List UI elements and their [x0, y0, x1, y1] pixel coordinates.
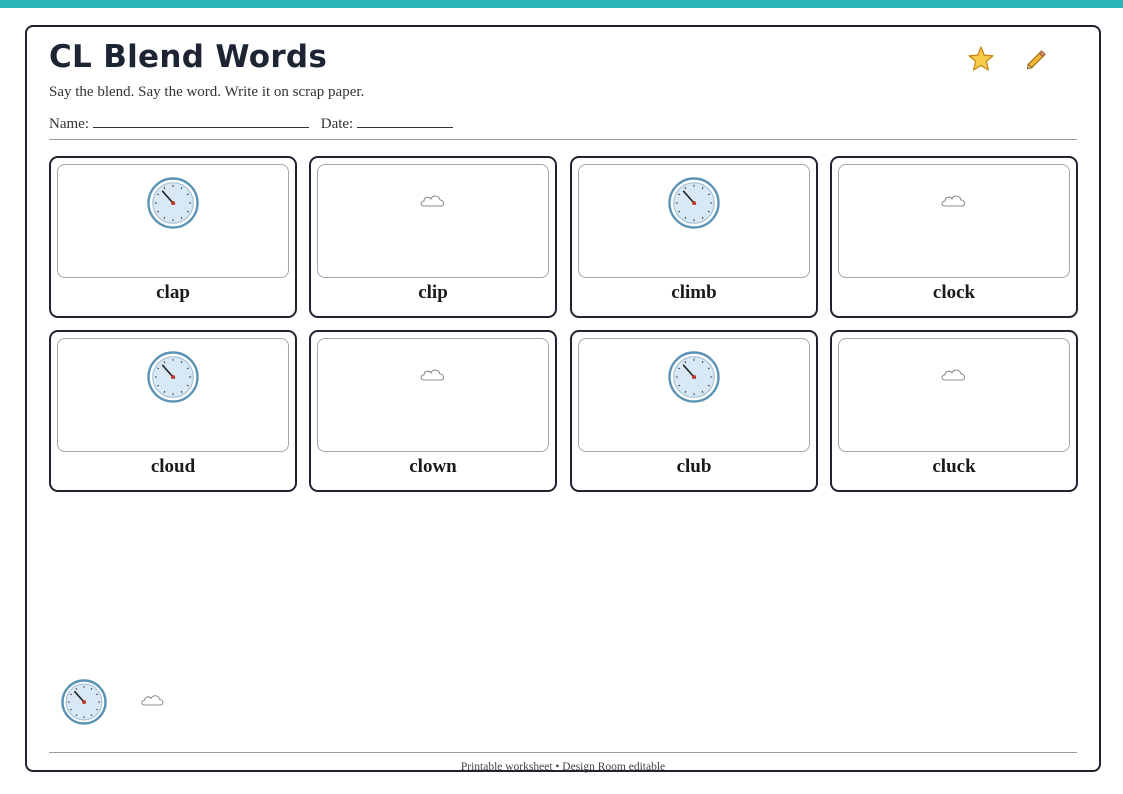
picture-frame — [317, 164, 549, 278]
worksheet-page: CL Blend Words Say the blend. Say the wo… — [25, 25, 1101, 773]
card-word: cluck — [932, 456, 976, 477]
date-label: Date: — [320, 116, 354, 132]
card-word: clap — [156, 282, 190, 303]
name-label: Name: — [49, 116, 89, 132]
card-word: clown — [409, 456, 457, 477]
cloud-icon — [141, 695, 164, 706]
clock-icon — [147, 177, 199, 229]
card-word: clock — [932, 282, 976, 303]
clock-icon — [668, 177, 720, 229]
cloud-icon — [420, 195, 445, 207]
worksheet-instructions: Say the blend. Say the word. Write it on… — [49, 84, 365, 100]
picture-frame — [57, 164, 289, 278]
footer-divider — [49, 752, 1077, 753]
cloud-icon — [941, 195, 966, 207]
date-blank — [357, 114, 454, 128]
name-blank — [92, 114, 309, 128]
clock-icon — [61, 679, 107, 725]
card-word: club — [676, 456, 712, 477]
worksheet-title: CL Blend Words — [49, 39, 328, 75]
name-date-line: Name: Date: — [49, 114, 461, 133]
word-card: cluck — [830, 330, 1078, 492]
header-divider — [49, 139, 1077, 140]
picture-frame — [57, 338, 289, 452]
card-word: climb — [671, 282, 717, 303]
word-card: cloud — [49, 330, 297, 492]
star-icon — [968, 46, 994, 71]
cloud-icon — [420, 369, 445, 381]
clock-icon — [147, 351, 199, 403]
card-word: clip — [418, 282, 448, 303]
picture-frame — [578, 164, 810, 278]
legend-item — [61, 679, 107, 730]
word-card: clap — [49, 156, 297, 318]
word-card: club — [570, 330, 818, 492]
picture-frame — [578, 338, 810, 452]
word-card: clown — [309, 330, 557, 492]
picture-frame — [838, 338, 1070, 452]
picture-frame — [317, 338, 549, 452]
word-card: clip — [309, 156, 557, 318]
card-word: cloud — [150, 456, 196, 477]
legend-item — [139, 691, 167, 713]
pencil-icon — [1026, 50, 1046, 70]
word-card: clock — [830, 156, 1078, 318]
top-accent-bar — [0, 0, 1123, 8]
footer-text: Printable worksheet • Design Room editab… — [460, 761, 666, 773]
cloud-icon — [941, 369, 966, 381]
word-card: climb — [570, 156, 818, 318]
clock-icon — [668, 351, 720, 403]
picture-frame — [838, 164, 1070, 278]
